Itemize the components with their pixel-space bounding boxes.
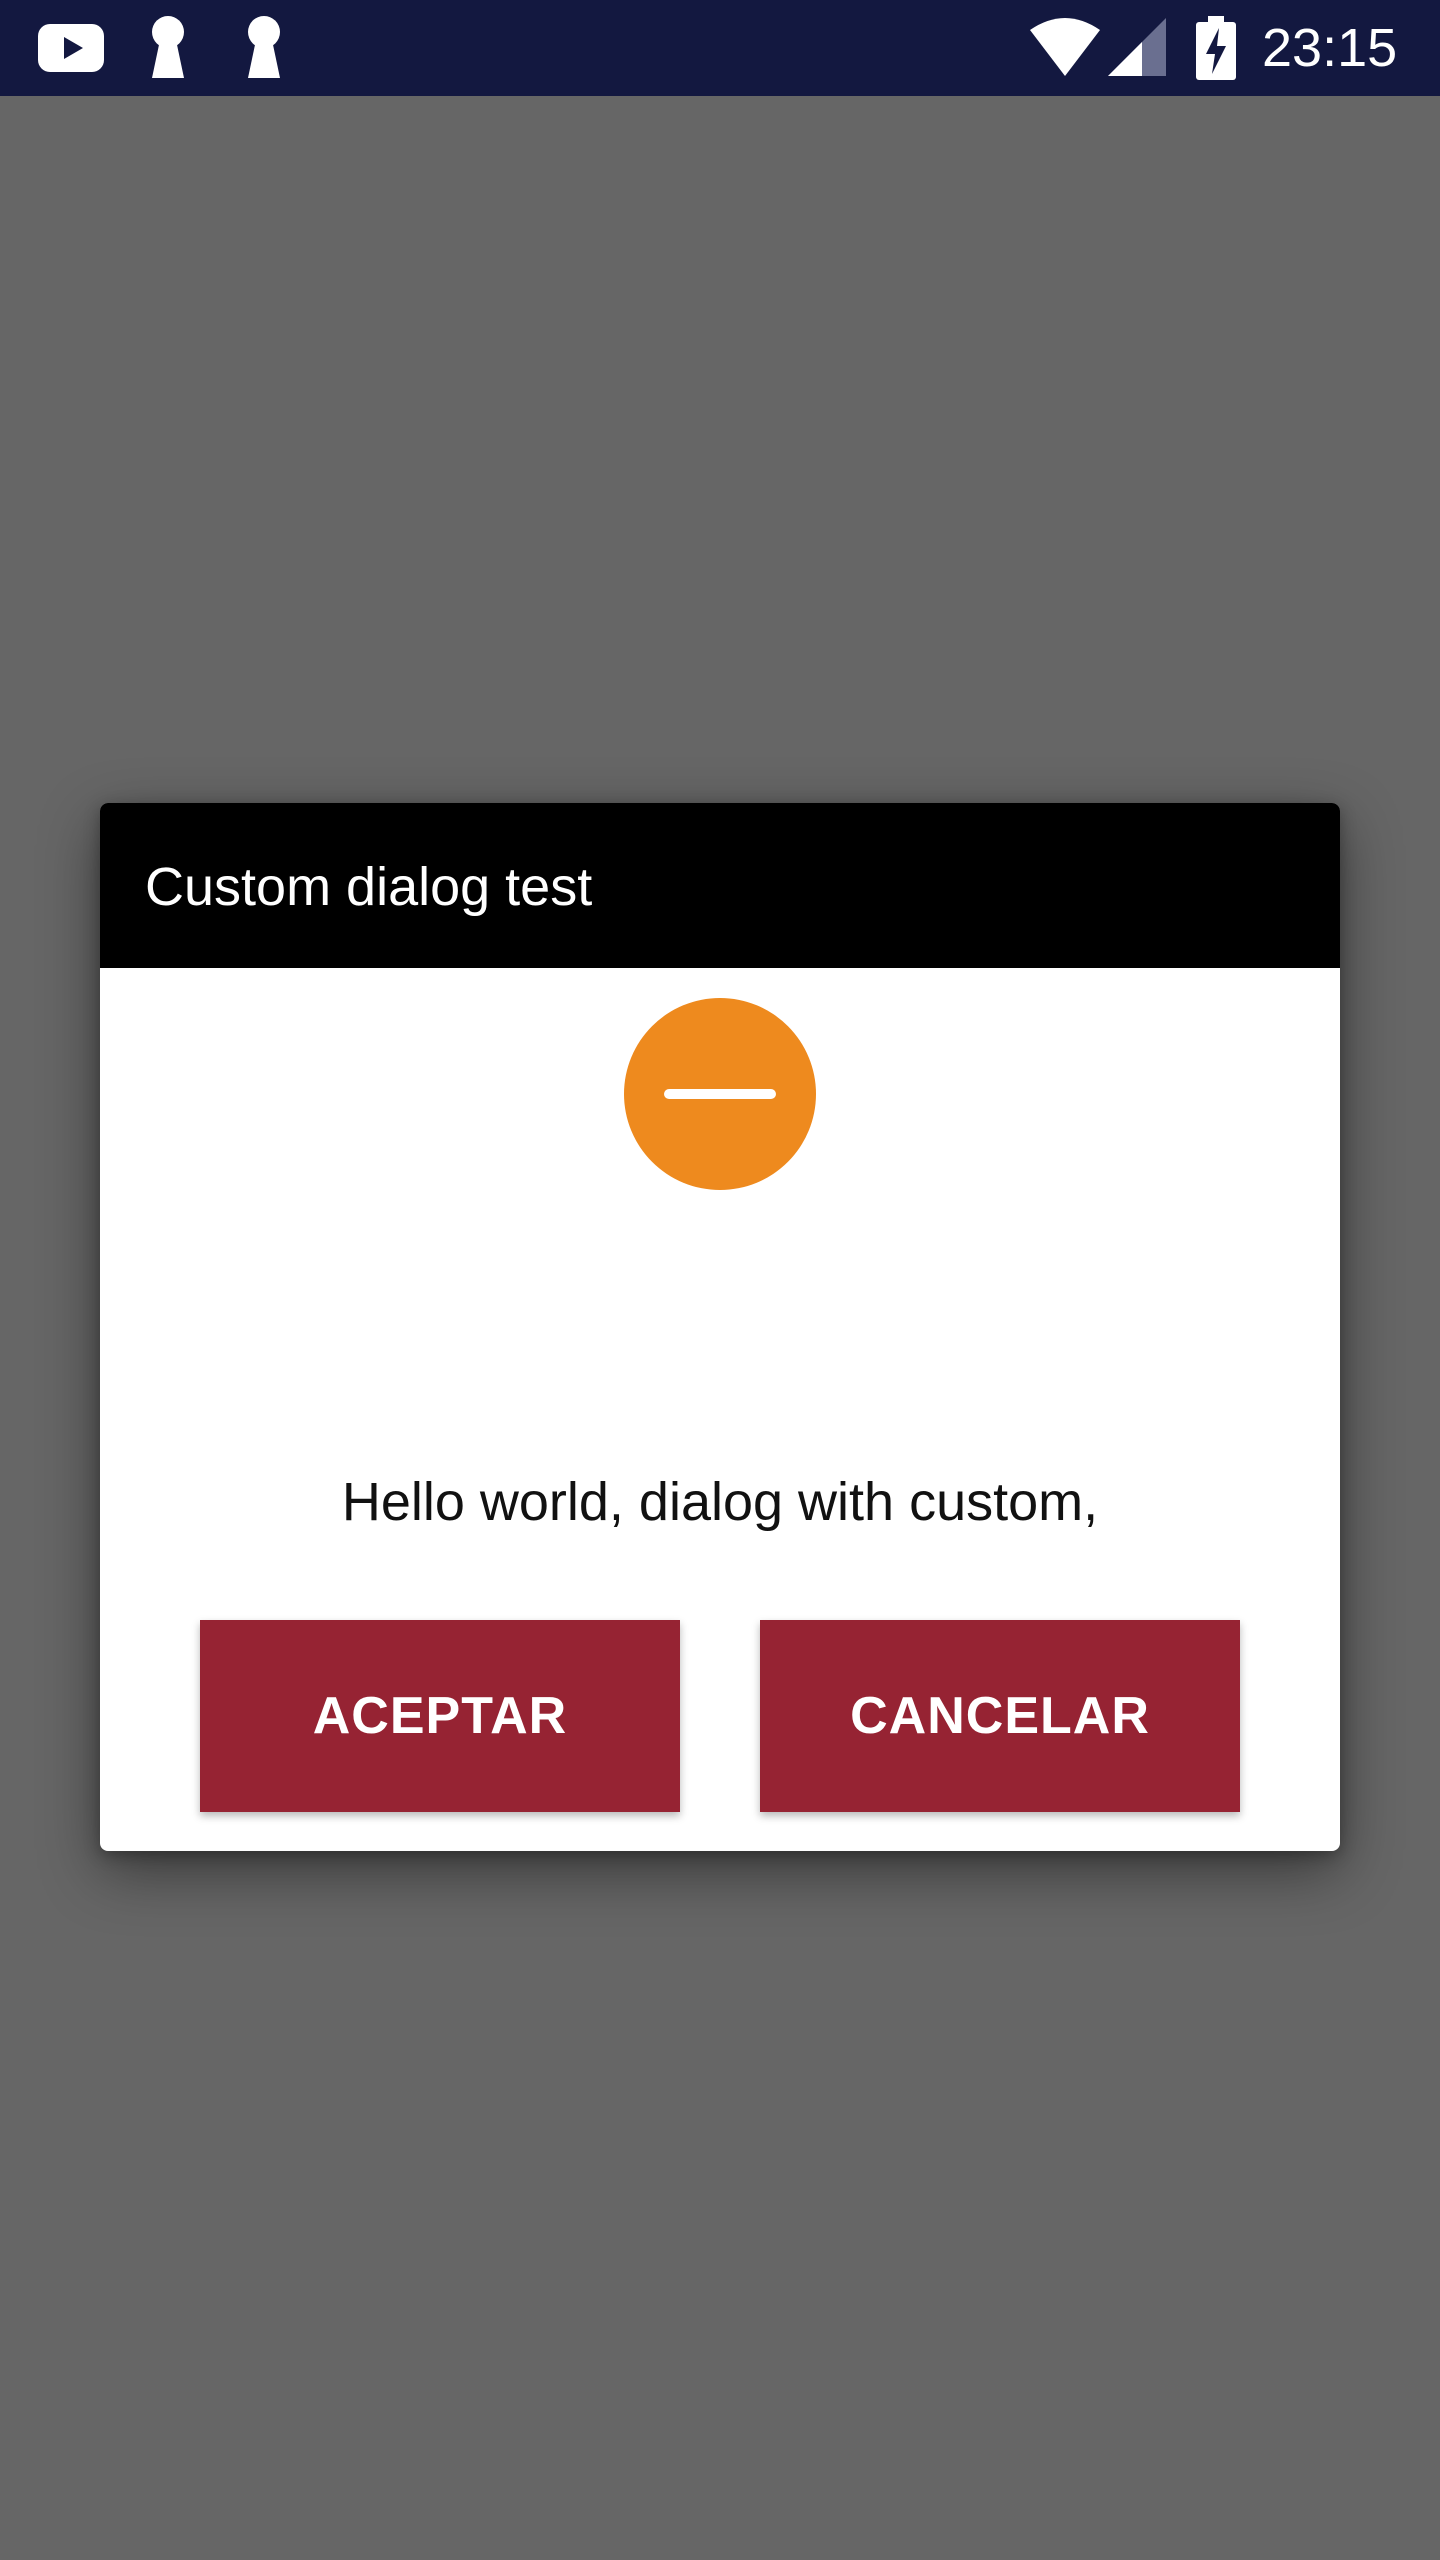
wifi-icon — [1030, 18, 1100, 76]
cancel-button[interactable]: CANCELAR — [760, 1620, 1240, 1812]
accept-button[interactable]: ACEPTAR — [200, 1620, 680, 1812]
minus-circle-icon — [624, 998, 816, 1190]
keyhole-icon — [248, 16, 280, 78]
status-bar: 23:15 — [0, 0, 1440, 96]
youtube-icon — [38, 24, 104, 72]
dialog-message: Hello world, dialog with custom, — [341, 1472, 1099, 1532]
dialog-header: Custom dialog test — [100, 803, 1340, 968]
dialog-title: Custom dialog test — [145, 857, 593, 917]
battery-charging-icon — [1196, 16, 1236, 80]
status-time: 23:15 — [1262, 18, 1398, 78]
keyhole-icon — [152, 16, 184, 78]
cell-signal-icon — [1108, 18, 1166, 76]
